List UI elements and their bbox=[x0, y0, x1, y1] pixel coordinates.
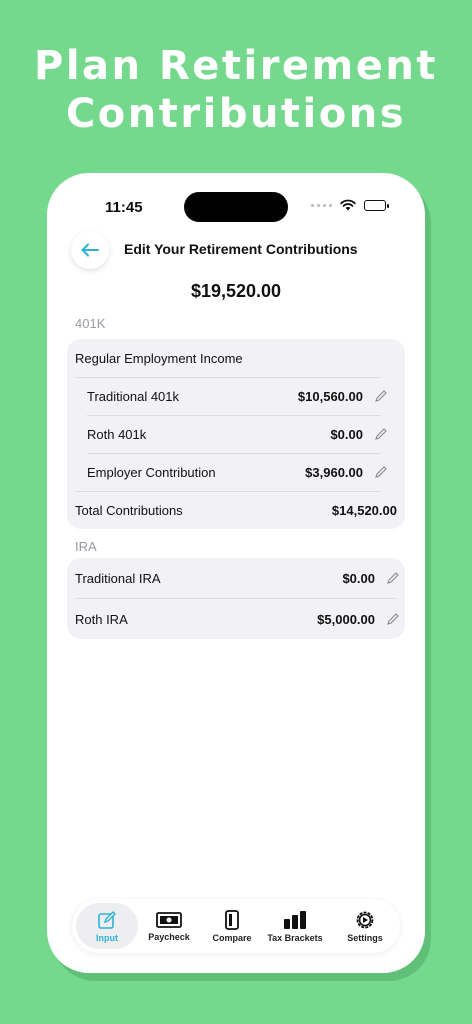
row-traditional-ira[interactable]: Traditional IRA $0.00 bbox=[67, 558, 405, 598]
tab-label: Paycheck bbox=[148, 931, 190, 942]
bar-chart-icon bbox=[284, 910, 306, 929]
row-value: $10,560.00 bbox=[297, 388, 363, 404]
headline: Plan Retirement Contributions bbox=[0, 42, 472, 138]
total-contributions-amount: $19,520.00 bbox=[190, 281, 282, 301]
arrow-left-icon bbox=[81, 243, 99, 257]
pencil-icon[interactable] bbox=[387, 613, 399, 625]
status-time: 11:45 bbox=[105, 199, 143, 216]
money-icon bbox=[156, 911, 182, 928]
headline-line-2: Contributions bbox=[65, 91, 407, 137]
card-ira: Traditional IRA $0.00 Roth IRA $5,000.00 bbox=[67, 558, 405, 639]
page-title: Edit Your Retirement Contributions bbox=[124, 241, 358, 257]
tab-paycheck[interactable]: Paycheck bbox=[138, 903, 200, 949]
tab-compare[interactable]: Compare bbox=[201, 903, 263, 949]
phone-icon bbox=[225, 909, 239, 930]
row-roth-ira[interactable]: Roth IRA $5,000.00 bbox=[67, 599, 405, 639]
row-employer-contribution[interactable]: Employer Contribution $3,960.00 bbox=[67, 453, 405, 491]
row-value: $0.00 bbox=[330, 426, 363, 442]
group-title-row: Regular Employment Income bbox=[67, 339, 405, 377]
battery-icon bbox=[364, 199, 389, 211]
phone-frame: 11:45 Edit Your Retirement Contributions… bbox=[47, 173, 425, 973]
pencil-icon[interactable] bbox=[387, 572, 399, 584]
tab-label: Compare bbox=[212, 932, 252, 943]
tab-settings[interactable]: Settings bbox=[334, 903, 396, 949]
back-button[interactable] bbox=[71, 231, 109, 269]
row-label: Roth IRA bbox=[75, 611, 128, 627]
tab-label: Tax Brackets bbox=[267, 932, 323, 943]
row-value: $0.00 bbox=[342, 570, 375, 586]
tab-tax-brackets[interactable]: Tax Brackets bbox=[264, 903, 326, 949]
pencil-icon[interactable] bbox=[375, 466, 387, 478]
tab-input[interactable]: Input bbox=[76, 903, 138, 949]
row-value: $3,960.00 bbox=[305, 464, 363, 480]
section-label-ira: IRA bbox=[75, 539, 97, 554]
row-label: Traditional 401k bbox=[87, 388, 180, 404]
row-label: Total Contributions bbox=[75, 502, 183, 518]
status-icons bbox=[311, 199, 389, 211]
wifi-icon bbox=[340, 199, 356, 211]
tab-label: Input bbox=[96, 932, 118, 943]
tab-label: Settings bbox=[347, 932, 383, 943]
row-label: Employer Contribution bbox=[87, 464, 216, 480]
tab-bar: Input Paycheck Compare Tax Brackets Sett… bbox=[72, 899, 400, 953]
section-label-401k: 401K bbox=[75, 316, 106, 331]
row-label: Traditional IRA bbox=[75, 570, 161, 586]
group-title: Regular Employment Income bbox=[75, 350, 243, 366]
headline-line-1: Plan Retirement bbox=[34, 43, 438, 89]
dynamic-island bbox=[184, 192, 288, 222]
row-label: Roth 401k bbox=[87, 426, 147, 442]
signal-icon bbox=[311, 203, 332, 207]
row-value: $5,000.00 bbox=[317, 611, 375, 627]
row-total-contributions: Total Contributions $14,520.00 bbox=[67, 491, 405, 529]
pencil-icon[interactable] bbox=[375, 390, 387, 402]
card-401k: Regular Employment Income Traditional 40… bbox=[67, 339, 405, 529]
row-traditional-401k[interactable]: Traditional 401k $10,560.00 bbox=[67, 377, 405, 415]
pencil-icon[interactable] bbox=[375, 428, 387, 440]
row-roth-401k[interactable]: Roth 401k $0.00 bbox=[67, 415, 405, 453]
gear-icon bbox=[356, 911, 374, 928]
row-value: $14,520.00 bbox=[331, 502, 397, 518]
edit-icon bbox=[98, 910, 116, 929]
